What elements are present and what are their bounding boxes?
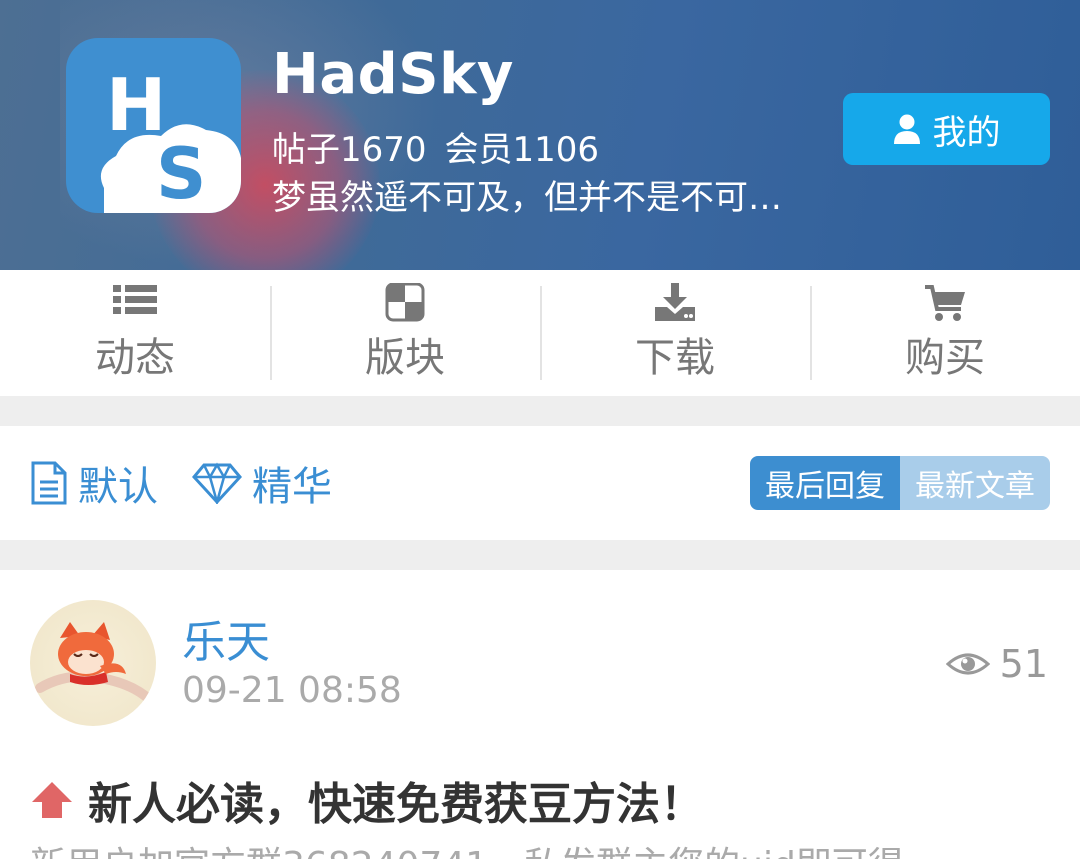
fox-avatar-icon <box>35 622 155 705</box>
sort-newest[interactable]: 最新文章 <box>900 456 1050 510</box>
avatar[interactable] <box>30 600 156 726</box>
user-icon <box>893 114 920 144</box>
filter-featured[interactable]: 精华 <box>192 454 332 512</box>
nav-label: 下载 <box>635 335 715 381</box>
section-divider <box>0 540 1080 570</box>
members-count: 会员1106 <box>444 130 600 170</box>
cart-icon <box>925 285 965 321</box>
view-count: 51 <box>945 642 1048 686</box>
nav-label: 版块 <box>365 335 445 381</box>
section-divider <box>0 396 1080 426</box>
logo-icon: H S <box>100 63 241 213</box>
mine-button[interactable]: 我的 <box>843 93 1050 165</box>
nav-item-download[interactable]: 下载 <box>540 270 810 396</box>
svg-text:S: S <box>156 133 206 213</box>
nav-label: 购买 <box>905 335 985 381</box>
posts-count: 帖子1670 <box>272 130 427 170</box>
post-title-text: 新人必读，快速免费获豆方法！ <box>88 779 704 830</box>
pin-arrow-up-icon <box>32 782 72 818</box>
post-time: 09-21 08:58 <box>182 670 402 711</box>
forum-header: H S HadSky 帖子1670 会员1106 梦虽然遥不可及，但并不是不可… … <box>0 0 1080 270</box>
document-icon <box>31 461 67 505</box>
nav-item-buy[interactable]: 购买 <box>810 270 1080 396</box>
post-excerpt: 新用户加官方群368240741，私发群主您的uid即可得 <box>30 836 904 859</box>
sort-last-reply[interactable]: 最后回复 <box>750 456 900 510</box>
sort-toggle: 最后回复 最新文章 <box>750 456 1050 510</box>
mine-button-label: 我的 <box>932 112 1001 153</box>
site-stats: 帖子1670 会员1106 <box>272 122 617 171</box>
site-logo[interactable]: H S <box>66 38 241 213</box>
list-icon <box>113 285 157 314</box>
view-count-value: 51 <box>999 642 1048 686</box>
post-title[interactable]: 新人必读，快速免费获豆方法！ <box>30 768 704 832</box>
filter-default[interactable]: 默认 <box>30 454 158 512</box>
nav-label: 动态 <box>95 335 175 381</box>
post-card[interactable]: 乐天 09-21 08:58 51 新人必读，快速免费获豆方法！ 新用户加官方群… <box>0 570 1080 859</box>
grid-icon <box>385 283 425 322</box>
diamond-icon <box>192 462 242 504</box>
site-name: HadSky <box>272 42 514 107</box>
nav-item-boards[interactable]: 版块 <box>270 270 540 396</box>
post-author[interactable]: 乐天 <box>182 606 270 670</box>
filter-bar: 默认 精华 最后回复 最新文章 <box>0 426 1080 540</box>
nav-item-activity[interactable]: 动态 <box>0 270 270 396</box>
site-motto: 梦虽然遥不可及，但并不是不可… <box>272 178 782 218</box>
download-icon <box>655 283 695 321</box>
eye-icon <box>945 653 990 675</box>
filter-featured-label: 精华 <box>252 464 332 510</box>
filter-default-label: 默认 <box>78 464 158 510</box>
main-nav: 动态 版块 下载 购买 <box>0 270 1080 396</box>
